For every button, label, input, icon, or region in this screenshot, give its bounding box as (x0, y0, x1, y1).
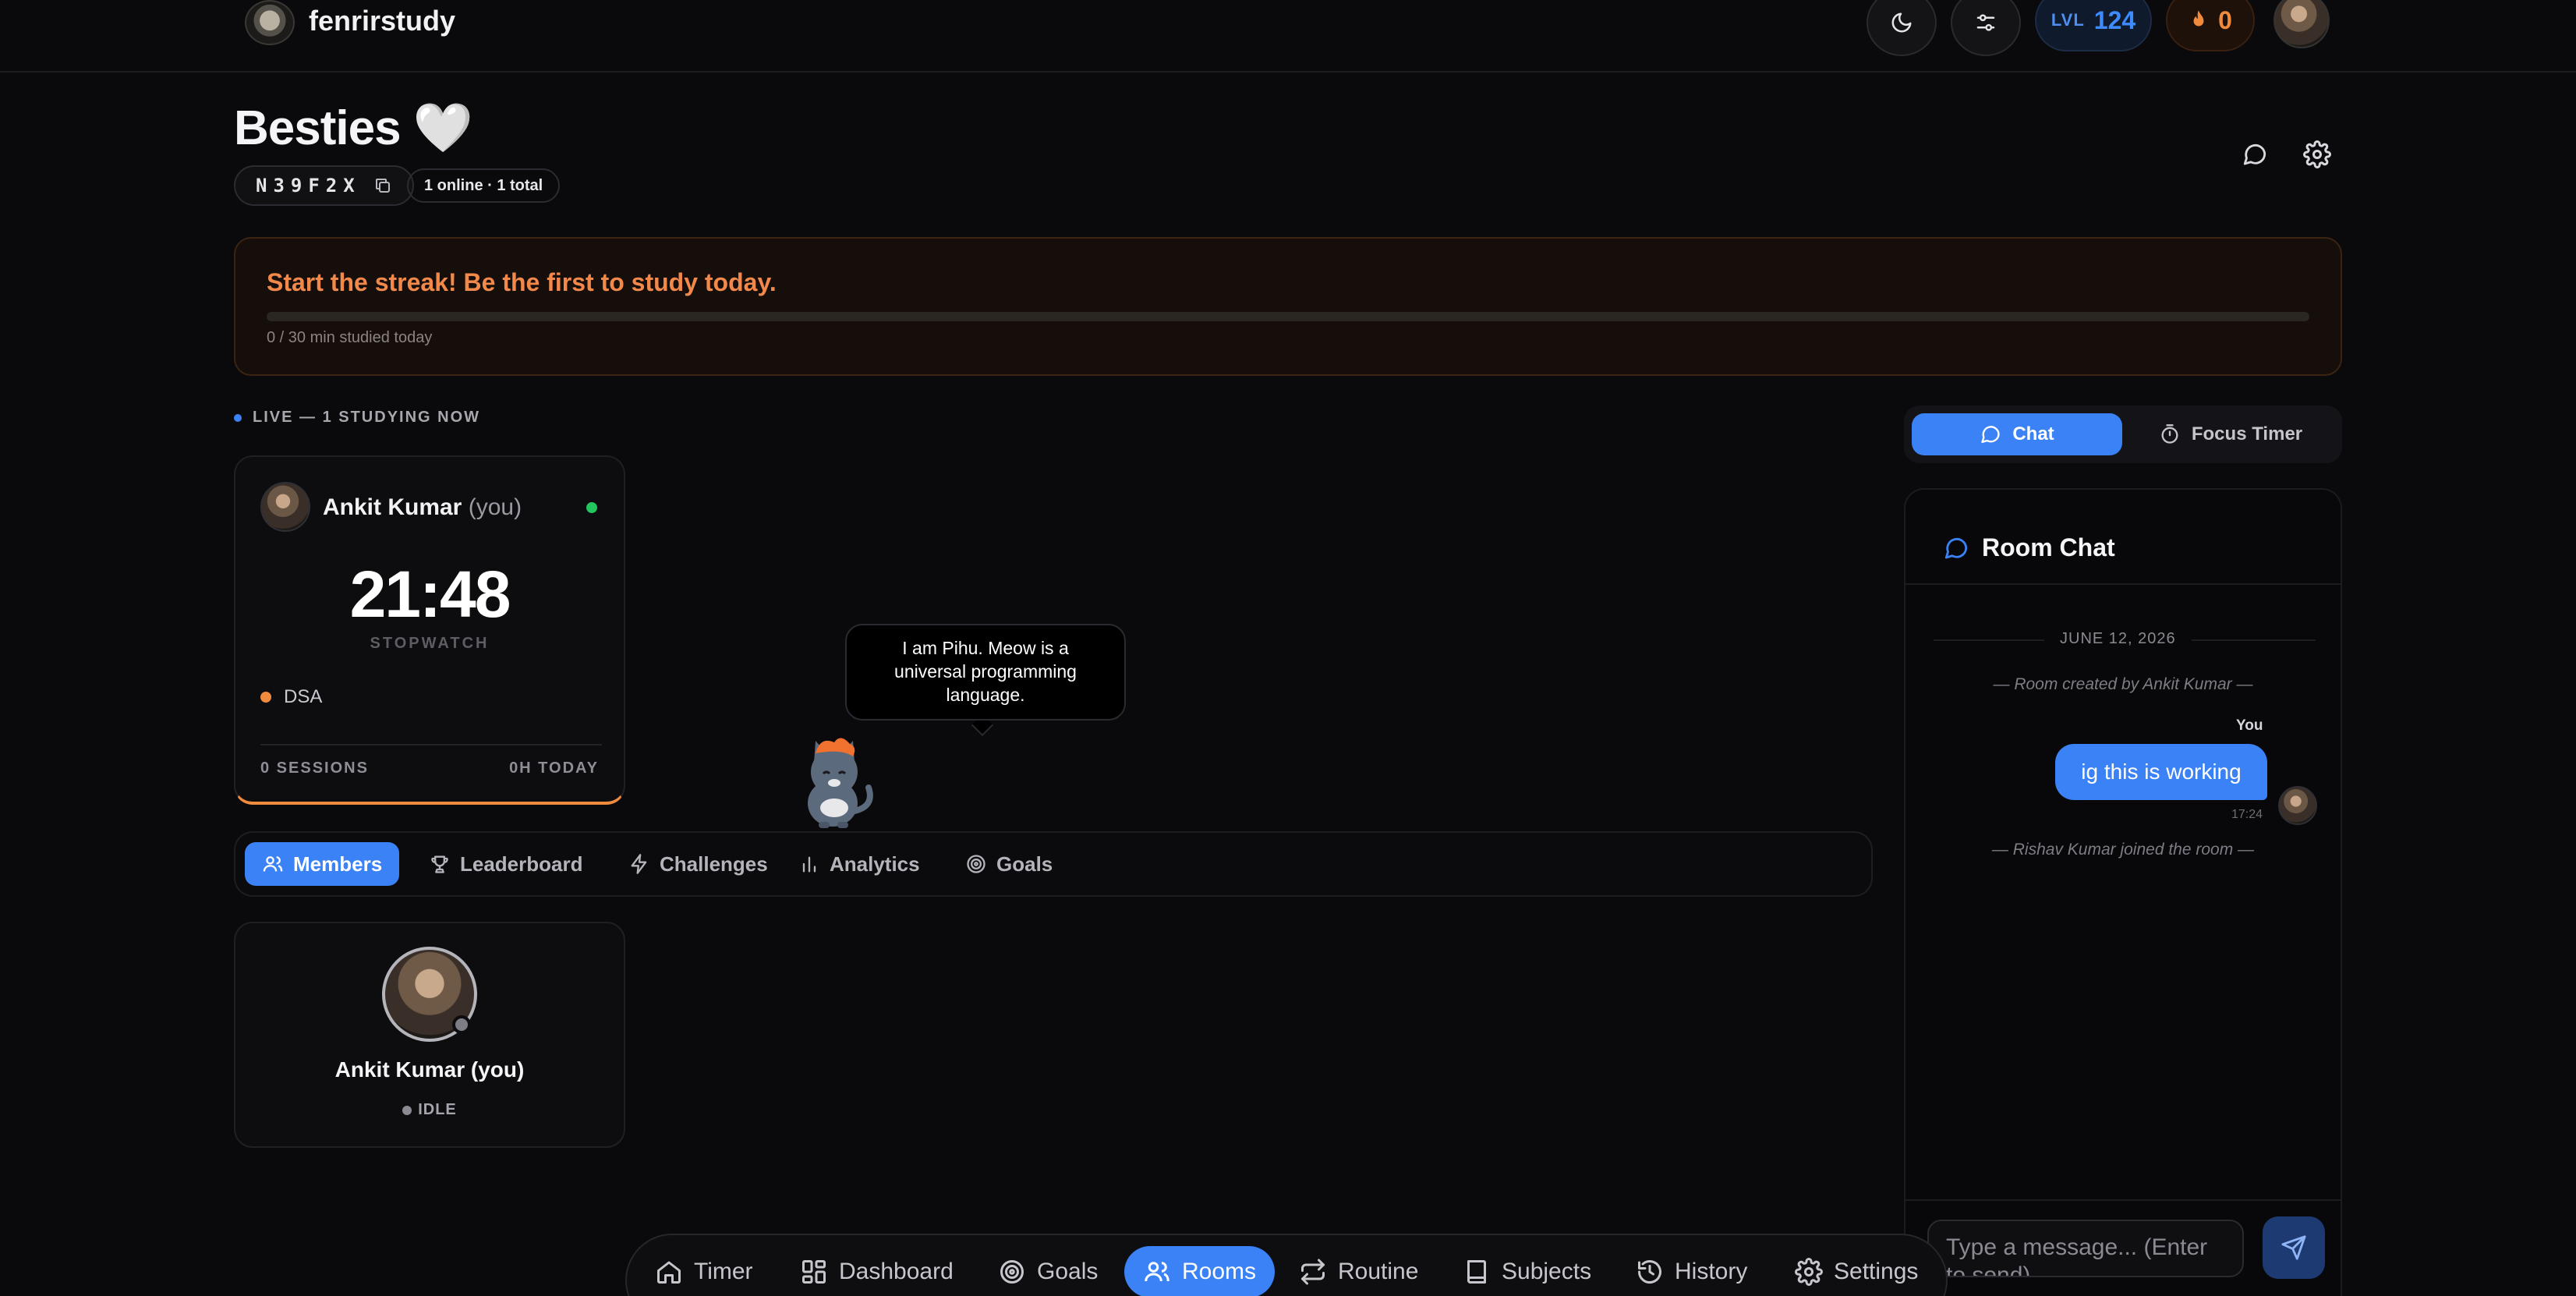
room-settings-button[interactable] (2300, 137, 2334, 172)
flame-icon (2193, 10, 2204, 27)
send-button[interactable] (2263, 1216, 2325, 1279)
divider (1905, 1199, 2341, 1201)
top-bar: fenrirstudy LVL 124 0 (0, 0, 2576, 73)
streak-progress-bar (267, 312, 2309, 321)
streak-banner: Start the streak! Be the first to study … (234, 237, 2342, 376)
member-name: Ankit Kumar (you) (334, 1057, 525, 1082)
moon-icon (1891, 12, 1912, 33)
stopwatch-time: 21:48 (349, 558, 511, 631)
panel-switcher: Chat Focus Timer (1904, 405, 2342, 463)
cat-mascot-icon[interactable] (792, 736, 878, 830)
member-status: IDLE (235, 1101, 624, 1119)
room-tabs: Members Leaderboard Challenges Analytics… (234, 831, 1873, 897)
streak-badge[interactable]: 0 (2166, 0, 2255, 51)
room-chat-button[interactable] (2238, 137, 2272, 172)
hours-today: 0H TODAY (509, 760, 599, 777)
message-timestamp: 17:24 (2231, 808, 2263, 821)
trophy-icon (431, 855, 448, 873)
level-label: LVL (2051, 10, 2085, 30)
idle-dot (402, 1105, 412, 1115)
home-icon (657, 1261, 681, 1284)
message-circle-icon (2243, 143, 2266, 165)
nav-routine[interactable]: Routine (1299, 1246, 1418, 1296)
studying-member-name: Ankit Kumar (you) (323, 494, 522, 520)
member-card[interactable]: Ankit Kumar (you) IDLE (234, 922, 625, 1148)
brand-logo[interactable] (245, 0, 295, 45)
theme-toggle-button[interactable] (1867, 0, 1937, 56)
live-label-text: LIVE — 1 STUDYING NOW (253, 409, 481, 426)
avatar (2278, 786, 2317, 825)
tab-members[interactable]: Members (245, 842, 400, 886)
room-title: Besties 🤍 (234, 101, 473, 155)
system-message: — Room created by Ankit Kumar — (1993, 675, 2253, 693)
repeat-icon (1301, 1259, 1325, 1285)
user-avatar[interactable] (2273, 0, 2330, 48)
tab-leaderboard[interactable]: Leaderboard (412, 842, 600, 886)
sessions-count: 0 SESSIONS (260, 760, 369, 777)
online-indicator (586, 502, 597, 513)
sliders-icon (1976, 14, 1995, 31)
target-icon (967, 855, 985, 873)
subject-color-dot (260, 692, 271, 703)
chat-title: Room Chat (1982, 533, 2115, 561)
nav-settings[interactable]: Settings (1795, 1246, 1918, 1296)
streak-progress-text: 0 / 30 min studied today (267, 329, 433, 346)
gear-icon (2303, 140, 2331, 168)
bottom-navigation: Timer Dashboard Goals Rooms Routine Subj… (625, 1234, 1948, 1296)
stopwatch-icon (2161, 424, 2178, 444)
book-icon (1467, 1260, 1486, 1284)
status-indicator (452, 1015, 471, 1034)
nav-goals[interactable]: Goals (998, 1246, 1098, 1296)
bolt-icon (631, 854, 647, 874)
message-circle-icon (1981, 426, 2000, 444)
chat-date: JUNE 12, 2026 (2044, 630, 2192, 648)
nav-rooms[interactable]: Rooms (1124, 1246, 1276, 1296)
dashboard-icon (802, 1260, 826, 1284)
live-dot (234, 413, 242, 422)
chat-header: Room Chat (1905, 490, 2341, 585)
tab-analytics[interactable]: Analytics (781, 842, 937, 886)
tab-goals[interactable]: Goals (948, 842, 1070, 886)
brand-name[interactable]: fenrirstudy (309, 5, 455, 37)
chat-tab-button[interactable]: Chat (1912, 413, 2122, 455)
history-icon (1638, 1260, 1661, 1284)
focus-timer-tab-button[interactable]: Focus Timer (2127, 413, 2334, 455)
message-sender: You (2236, 717, 2263, 734)
timer-mode: STOPWATCH (370, 635, 490, 652)
send-icon (2281, 1235, 2306, 1260)
nav-history[interactable]: History (1636, 1246, 1747, 1296)
system-message: — Rishav Kumar joined the room — (1991, 841, 2255, 859)
current-subject: DSA (260, 686, 322, 708)
level-value: 124 (2093, 5, 2136, 34)
streak-title: Start the streak! Be the first to study … (267, 268, 777, 296)
nav-timer[interactable]: Timer (655, 1246, 753, 1296)
message-input[interactable] (1927, 1220, 2244, 1277)
level-badge[interactable]: LVL 124 (2035, 0, 2152, 51)
room-code-text: N39F2X (256, 175, 361, 197)
room-code[interactable]: N39F2X (234, 165, 414, 206)
mascot-speech-bubble: I am Pihu. Meow is a universal programmi… (845, 624, 1126, 721)
room-chat-panel: Room Chat JUNE 12, 2026 — Room created b… (1904, 488, 2342, 1296)
target-icon (1000, 1260, 1024, 1284)
divider (260, 744, 602, 745)
chat-message-bubble[interactable]: ig this is working (2055, 744, 2267, 800)
bar-chart-icon (802, 856, 816, 873)
copy-icon[interactable] (373, 176, 392, 195)
users-icon (1145, 1262, 1169, 1282)
message-circle-icon (1944, 537, 1968, 559)
users-icon (263, 856, 283, 872)
preferences-button[interactable] (1951, 0, 2021, 56)
tab-challenges[interactable]: Challenges (611, 842, 785, 886)
presence-badge: 1 online · 1 total (407, 168, 561, 203)
streak-count: 0 (2218, 5, 2232, 34)
studying-member-card[interactable]: Ankit Kumar (you) 21:48 STOPWATCH DSA 0 … (234, 455, 625, 805)
live-label: LIVE — 1 STUDYING NOW (234, 409, 480, 427)
nav-dashboard[interactable]: Dashboard (800, 1246, 954, 1296)
nav-subjects[interactable]: Subjects (1463, 1246, 1591, 1296)
avatar (260, 482, 310, 532)
gear-icon (1795, 1258, 1823, 1286)
